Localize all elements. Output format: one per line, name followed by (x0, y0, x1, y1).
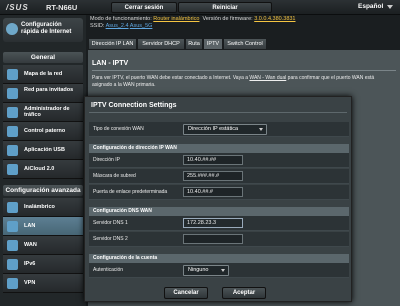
dns2-row: Servidor DNS 2 (89, 232, 349, 247)
ip-label: Dirección IP (93, 157, 120, 163)
ip-group-heading: Configuración de dirección IP WAN (89, 144, 349, 153)
ip-row: Dirección IP 10.40.##.## (89, 153, 349, 168)
tab-lan-ip[interactable]: Dirección IP LAN (88, 38, 137, 50)
tab-iptv[interactable]: IPTV (203, 38, 223, 50)
chevron-down-icon (221, 269, 225, 272)
sidebar-item-label: Control paterno (24, 128, 66, 134)
ipv6-icon (7, 259, 18, 270)
sidebar-item-label: Red para invitados (24, 87, 74, 93)
sidebar-item-label: IPv6 (24, 261, 36, 267)
vpn-icon (7, 278, 18, 289)
gateway-label: Puerta de enlace predeterminada (93, 189, 168, 195)
status-info: Modo de funcionamiento: Router inalámbri… (90, 16, 296, 30)
sidebar-item-label: VPN (24, 280, 36, 286)
dns2-label: Servidor DNS 2 (93, 236, 128, 242)
tab-switch-control[interactable]: Switch Control (223, 38, 267, 50)
dialog-title: IPTV Connection Settings (91, 102, 177, 109)
gateway-row: Puerta de enlace predeterminada 10.40.##… (89, 185, 349, 200)
chevron-down-icon (259, 128, 263, 131)
accept-button[interactable]: Aceptar (222, 287, 266, 299)
sidebar-item-vpn[interactable]: VPN (3, 274, 83, 293)
firmware-value-link[interactable]: 3.0.0.4.380.3831 (254, 16, 295, 22)
sidebar-item-traffic-manager[interactable]: Administrador de tráfico (3, 103, 83, 122)
iptv-connection-settings-dialog: IPTV Connection Settings Tipo de conexió… (84, 96, 352, 302)
page-description: Para ver IPTV, el puerto WAN debe estar … (92, 75, 392, 89)
auth-group-heading: Configuración de la cuenta (89, 254, 349, 263)
subnet-mask-input[interactable]: 255.###.##.# (183, 171, 243, 181)
sidebar-item-label: Inalámbrico (24, 204, 55, 210)
auth-value: Ninguno (188, 267, 209, 273)
sidebar-item-label: Mapa de la red (24, 71, 63, 77)
mode-value-link[interactable]: Router inalámbrico (153, 16, 199, 22)
auth-select[interactable]: Ninguno (183, 265, 229, 276)
sidebar-item-parental-control[interactable]: Control paterno (3, 122, 83, 141)
sidebar-item-wireless[interactable]: Inalámbrico (3, 198, 83, 217)
sidebar: Configuración rápida de Internet General… (0, 15, 86, 306)
ssid-5-link[interactable]: Asus_5G (130, 23, 153, 29)
sidebar-item-ipv6[interactable]: IPv6 (3, 255, 83, 274)
advanced-settings-heading: Configuración avanzada (3, 185, 83, 196)
sidebar-item-lan[interactable]: LAN (3, 217, 83, 236)
wireless-icon (7, 202, 18, 213)
wan-type-value: Dirección IP estática (188, 126, 239, 132)
wan-type-label: Tipo de conexión WAN (93, 126, 144, 132)
globe-icon (6, 23, 18, 35)
quick-setup-label: Configuración rápida de Internet (21, 22, 72, 35)
wan-type-select[interactable]: Dirección IP estática (183, 124, 267, 135)
usb-icon (7, 145, 18, 156)
sidebar-item-usb-application[interactable]: Aplicación USB (3, 141, 83, 160)
parental-control-icon (7, 126, 18, 137)
sidebar-item-label: Aplicación USB (24, 147, 65, 153)
sidebar-item-label: LAN (24, 223, 36, 229)
sidebar-item-wan[interactable]: WAN (3, 236, 83, 255)
lan-icon (7, 221, 18, 232)
language-selector[interactable]: Español (358, 3, 383, 10)
chevron-down-icon[interactable] (387, 5, 393, 9)
cloud-icon (7, 164, 18, 175)
firmware-label: Versión de firmware: (202, 16, 253, 22)
guest-network-icon (7, 88, 18, 99)
dns1-input[interactable]: 172.28.23.3 (183, 218, 243, 228)
dns-group-heading: Configuración DNS WAN (89, 207, 349, 216)
mode-label: Modo de funcionamiento: (90, 16, 152, 22)
top-bar: /SUS RT-N66U Cerrar sesión Reiniciar Esp… (0, 0, 400, 15)
asus-logo: /SUS (6, 3, 29, 12)
mask-row: Máscara de subred 255.###.##.# (89, 169, 349, 184)
dns2-input[interactable] (183, 234, 243, 244)
ssid-24-link[interactable]: Asus_2.4 (106, 23, 129, 29)
sidebar-item-label: Administrador de tráfico (24, 106, 70, 118)
sidebar-item-guest-network[interactable]: Red para invitados (3, 84, 83, 103)
logout-button[interactable]: Cerrar sesión (111, 2, 177, 13)
wan-dual-link[interactable]: WAN - Wan dual (249, 75, 286, 81)
ssid-label: SSID: (90, 23, 105, 29)
sidebar-item-label: WAN (24, 242, 37, 248)
traffic-manager-icon (7, 107, 18, 118)
network-map-icon (7, 69, 18, 80)
wan-icon (7, 240, 18, 251)
general-heading: General (3, 52, 83, 63)
sidebar-item-network-map[interactable]: Mapa de la red (3, 65, 83, 84)
dns1-row: Servidor DNS 1 172.28.23.3 (89, 216, 349, 231)
auth-label: Autenticación (93, 267, 124, 273)
sidebar-item-label: AiCloud 2.0 (24, 166, 55, 172)
page-title: LAN - IPTV (92, 60, 129, 67)
divider (92, 70, 396, 71)
mask-label: Máscara de subred (93, 173, 136, 179)
quick-setup-button[interactable]: Configuración rápida de Internet (3, 18, 83, 42)
wan-type-row: Tipo de conexión WAN Dirección IP estáti… (89, 122, 349, 137)
tab-route[interactable]: Ruta (185, 38, 203, 50)
gateway-input[interactable]: 10.40.##.# (183, 187, 243, 197)
ip-address-input[interactable]: 10.40.##.## (183, 155, 243, 165)
dns1-label: Servidor DNS 1 (93, 220, 128, 226)
reboot-button[interactable]: Reiniciar (178, 2, 272, 13)
cancel-button[interactable]: Cancelar (164, 287, 208, 299)
divider (89, 112, 347, 113)
tab-dhcp-server[interactable]: Servidor DHCP (137, 38, 185, 50)
router-model: RT-N66U (46, 3, 78, 12)
auth-row: Autenticación Ninguno (89, 263, 349, 278)
page-description-text: Para ver IPTV, el puerto WAN debe estar … (92, 75, 249, 81)
sidebar-item-aicloud[interactable]: AiCloud 2.0 (3, 160, 83, 179)
